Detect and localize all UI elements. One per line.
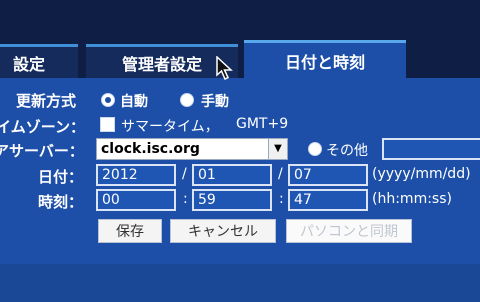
radio-other-server[interactable] [308,142,322,156]
time-separator: : [279,191,284,207]
chevron-down-icon: ▼ [268,139,287,159]
date-label: 日付： [38,168,84,186]
day-input[interactable]: 07 [288,164,368,186]
timezone-value: GMT+9 [236,116,289,132]
time-format-hint: (hh:mm:ss) [372,191,452,207]
radio-manual-label: 手動 [201,94,229,110]
sync-pc-button[interactable]: パソコンと同期 [286,219,412,243]
dst-checkbox[interactable] [100,117,115,132]
mouse-pointer-icon [216,56,233,80]
date-separator: / [278,166,283,182]
server-select-value: clock.isc.org [101,141,200,157]
other-server-input[interactable] [382,138,480,160]
radio-auto[interactable] [101,93,115,107]
tab-date-time[interactable]: 日付と時刻 [244,40,406,78]
server-select[interactable]: clock.isc.org ▼ [96,138,288,160]
dst-label: サマータイム， [121,119,219,135]
date-format-hint: (yyyy/mm/dd) [372,166,471,182]
tab-label: 管理者設定 [121,54,202,74]
month-input[interactable]: 01 [192,164,272,186]
second-input[interactable]: 47 [288,189,368,211]
other-server-label: その他 [326,143,368,159]
tab-label: 設定 [12,54,45,74]
update-mode-label: 更新方式 [16,92,77,110]
server-label: アサーバー： [0,142,84,160]
radio-manual[interactable] [180,93,194,107]
date-time-panel: 更新方式 自動 手動 イムゾーン： サマータイム， GMT+9 アサーバー： c… [0,78,480,302]
timezone-label: イムゾーン： [0,118,85,136]
tab-label: 日付と時刻 [284,52,365,72]
tab-bar: 設定 管理者設定 日付と時刻 [0,0,480,80]
panel-footer [0,264,480,302]
save-button[interactable]: 保存 [98,219,162,243]
cancel-button[interactable]: キャンセル [170,219,276,243]
radio-auto-label: 自動 [120,94,148,110]
hour-input[interactable]: 00 [96,189,176,211]
year-input[interactable]: 2012 [96,164,176,186]
minute-input[interactable]: 59 [192,189,272,211]
time-label: 時刻： [38,193,84,211]
tab-settings[interactable]: 設定 [0,44,78,78]
time-separator: : [183,191,188,207]
date-separator: / [182,166,187,182]
